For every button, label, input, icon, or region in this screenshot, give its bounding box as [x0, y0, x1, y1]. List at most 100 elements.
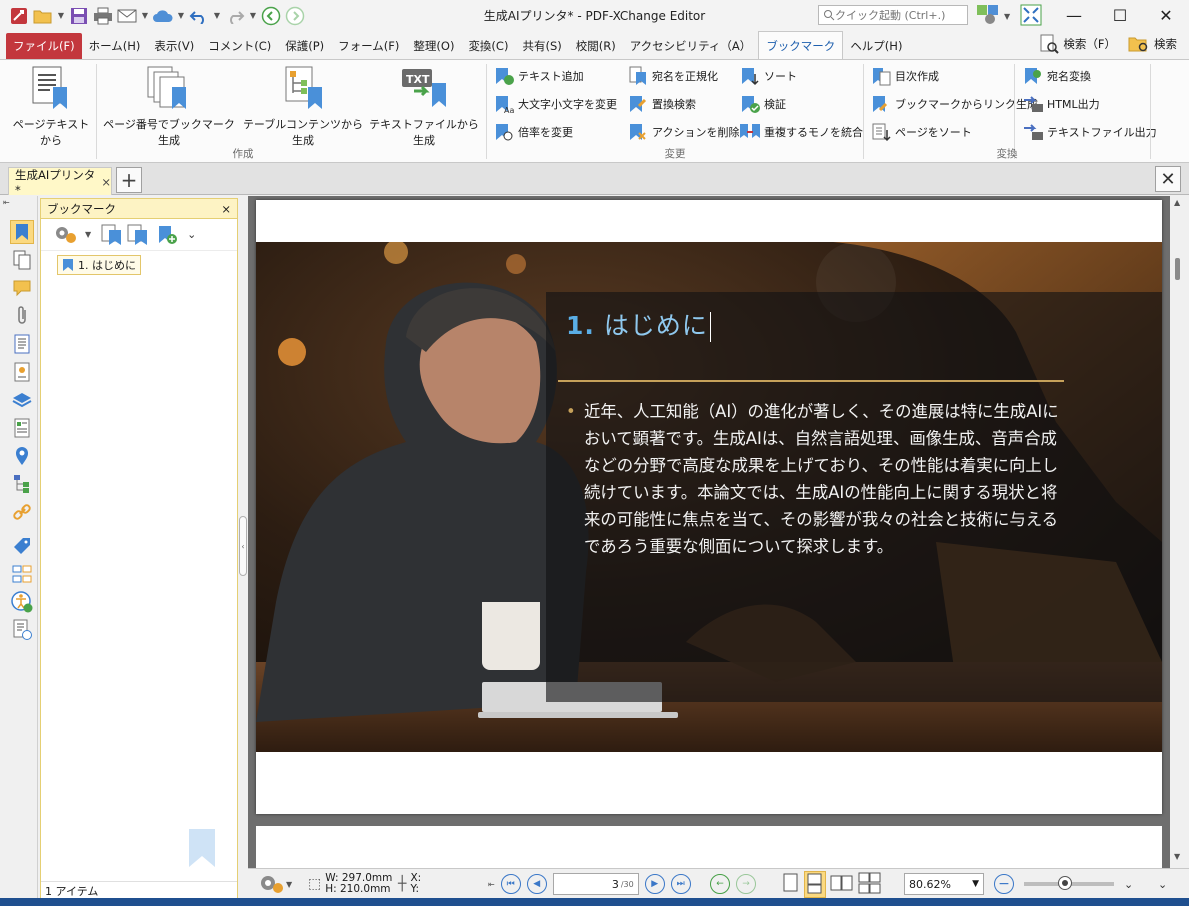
search-button[interactable]: 検索 — [1128, 35, 1177, 53]
search-find-button[interactable]: 検索（F） — [1039, 34, 1116, 54]
attachments-panel-icon[interactable] — [10, 304, 34, 328]
body-paragraph[interactable]: • 近年、人工知能（AI）の進化が著しく、その進展は特に生成AIにおいて顕著です… — [566, 398, 1066, 560]
scroll-up-icon[interactable]: ▲ — [1174, 198, 1180, 207]
find-replace-button[interactable]: 置換検索 — [627, 92, 696, 116]
from-page-text-button[interactable]: ページテキストから — [8, 64, 94, 148]
create-toc-button[interactable]: 目次作成 — [870, 64, 939, 88]
chevron-down-icon[interactable]: ▼ — [85, 230, 91, 239]
collapse-pane-icon[interactable]: ‹ — [239, 516, 247, 576]
change-case-button[interactable]: Aa 大文字小文字を変更 — [493, 92, 617, 116]
tab-review[interactable]: 校閲(R) — [569, 33, 623, 59]
html-export-button[interactable]: HTML出力 — [1022, 92, 1100, 116]
reading-order-icon[interactable] — [10, 618, 34, 642]
add-bookmark-icon[interactable] — [157, 223, 179, 247]
tab-bookmarks[interactable]: ブックマーク — [758, 31, 844, 59]
section-heading[interactable]: 1. はじめに — [566, 306, 711, 342]
tab-comment[interactable]: コメント(C) — [201, 33, 278, 59]
chevron-double-down-icon[interactable]: ⌄ — [187, 228, 196, 241]
tab-home[interactable]: ホーム(H) — [82, 33, 148, 59]
bookmarks-panel-icon[interactable] — [10, 220, 34, 244]
next-page-button[interactable]: ▶ — [644, 874, 665, 894]
articles-panel-icon[interactable] — [10, 416, 34, 440]
delete-actions-button[interactable]: アクションを削除 — [627, 120, 739, 144]
continuous-page-icon[interactable] — [804, 870, 826, 898]
quick-launch-field[interactable] — [818, 5, 968, 25]
history-back-button[interactable]: ← — [710, 874, 730, 894]
tab-share[interactable]: 共有(S) — [515, 33, 568, 59]
forward-icon[interactable] — [284, 5, 306, 27]
zoom-select[interactable]: 80.62% ▼ — [904, 872, 984, 896]
table-contents-button[interactable]: テーブルコンテンツから生成 — [240, 64, 366, 148]
slide-text-box[interactable]: 1. はじめに • 近年、人工知能（AI）の進化が著しく、その進展は特に生成AI… — [546, 292, 1162, 702]
links-from-bookmarks-button[interactable]: ブックマークからリンク生成 — [870, 92, 1038, 116]
bookmarks-pane-close[interactable]: × — [221, 202, 231, 216]
tab-organize[interactable]: 整理(O) — [406, 33, 461, 59]
document-tab[interactable]: 生成AIプリンタ * × — [8, 167, 112, 197]
document-canvas[interactable]: 1. はじめに • 近年、人工知能（AI）の進化が著しく、その進展は特に生成AI… — [248, 196, 1170, 868]
new-tab-button[interactable]: + — [116, 167, 142, 193]
accessibility-check-icon[interactable] — [10, 590, 34, 614]
zoom-slider-knob[interactable] — [1058, 876, 1073, 890]
comments-panel-icon[interactable] — [10, 276, 34, 300]
tab-file[interactable]: ファイル(F) — [6, 33, 82, 59]
chevron-down-icon[interactable]: ▼ — [972, 879, 979, 889]
normalize-destination-button[interactable]: 宛名を正規化 — [627, 64, 718, 88]
statusbar-expand-icon[interactable]: ⌄ — [1158, 872, 1167, 896]
first-page-button[interactable]: ⏮ — [500, 874, 521, 894]
facing-pages-icon[interactable] — [830, 872, 854, 897]
collapse-bookmarks-icon[interactable] — [127, 223, 149, 247]
links-panel-icon[interactable] — [10, 500, 34, 524]
tab-accessibility[interactable]: アクセシビリティ（A） — [623, 33, 759, 59]
close-all-tabs-button[interactable]: ✕ — [1155, 166, 1181, 192]
chevron-down-icon[interactable]: ▼ — [140, 11, 150, 20]
print-icon[interactable] — [92, 5, 114, 27]
chevron-down-icon[interactable]: ▼ — [176, 11, 186, 20]
redo-icon[interactable] — [224, 5, 246, 27]
bookmark-item[interactable]: 1. はじめに — [57, 255, 141, 275]
more-options-icon[interactable]: ⌄ — [1124, 878, 1133, 891]
back-icon[interactable] — [260, 5, 282, 27]
previous-page-button[interactable]: ◀ — [526, 874, 547, 894]
cloud-icon[interactable] — [152, 5, 174, 27]
expand-bookmarks-icon[interactable] — [101, 223, 123, 247]
status-options-icon[interactable]: ▼ — [252, 872, 292, 896]
structure-panel-icon[interactable] — [10, 472, 34, 496]
app-logo-icon[interactable] — [8, 5, 30, 27]
destinations-panel-icon[interactable] — [10, 444, 34, 468]
zoom-slider[interactable] — [1024, 876, 1114, 890]
signatures-panel-icon[interactable] — [10, 360, 34, 384]
destination-convert-button[interactable]: 宛名変換 — [1022, 64, 1091, 88]
text-file-generate-button[interactable]: TXT テキストファイルから生成 — [366, 64, 482, 148]
order-panel-icon[interactable] — [10, 562, 34, 586]
fullscreen-icon[interactable] — [1020, 4, 1042, 29]
history-forward-button[interactable]: → — [736, 874, 756, 894]
minimize-button[interactable]: — — [1051, 0, 1097, 30]
document-tab-close[interactable]: × — [101, 175, 111, 189]
change-zoom-button[interactable]: 倍率を変更 — [493, 120, 573, 144]
single-page-icon[interactable] — [782, 872, 800, 897]
tab-form[interactable]: フォーム(F) — [331, 33, 406, 59]
vertical-scrollbar[interactable]: ▲ ▼ — [1170, 196, 1189, 868]
zoom-out-button[interactable]: − — [994, 874, 1014, 894]
text-file-export-button[interactable]: テキストファイル出力 — [1022, 120, 1157, 144]
save-icon[interactable] — [68, 5, 90, 27]
last-page-button[interactable]: ⏭ — [670, 874, 691, 894]
tab-help[interactable]: ヘルプ(H) — [843, 33, 909, 59]
bookmark-options-icon[interactable] — [53, 223, 81, 247]
add-text-button[interactable]: テキスト追加 — [493, 64, 584, 88]
chevron-down-icon[interactable]: ▼ — [248, 11, 258, 20]
pane-splitter[interactable]: ‹ — [238, 198, 248, 900]
continuous-facing-icon[interactable] — [858, 872, 882, 897]
close-window-button[interactable]: ✕ — [1143, 0, 1189, 30]
content-panel-icon[interactable] — [10, 332, 34, 356]
settings-icon[interactable] — [976, 4, 1000, 29]
chevron-down-icon[interactable]: ▼ — [212, 11, 222, 20]
chevron-down-icon[interactable]: ▼ — [56, 11, 66, 20]
tab-convert[interactable]: 変換(C) — [461, 33, 515, 59]
tags-panel-icon[interactable] — [10, 534, 34, 558]
maximize-button[interactable]: ☐ — [1097, 0, 1143, 30]
open-folder-icon[interactable] — [32, 5, 54, 27]
scrollbar-thumb[interactable] — [1175, 258, 1180, 280]
page-number-input[interactable]: 3/30 — [552, 873, 639, 895]
merge-duplicates-button[interactable]: 重複するモノを統合 — [739, 120, 863, 144]
